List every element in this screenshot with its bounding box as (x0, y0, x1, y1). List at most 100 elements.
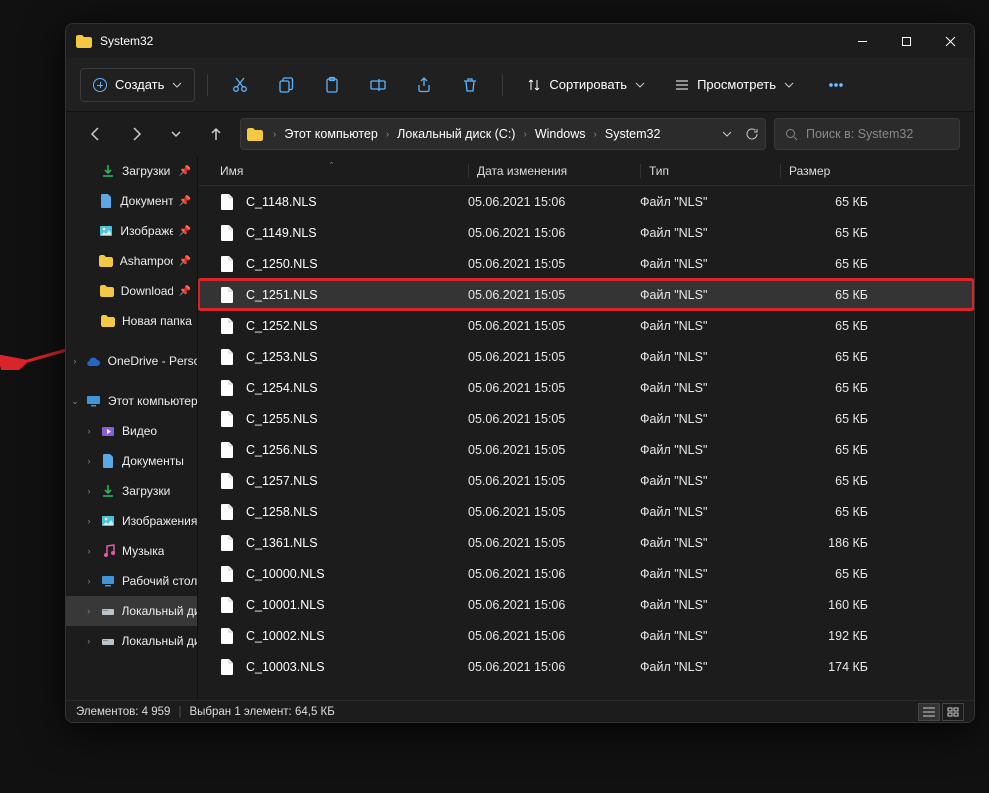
sidebar-item[interactable]: Ashampoo S📌 (66, 246, 197, 276)
file-row[interactable]: C_1251.NLS05.06.2021 15:05Файл "NLS"65 К… (198, 279, 974, 310)
sidebar-item-label: Загрузки (122, 164, 170, 178)
details-view-button[interactable] (918, 703, 940, 721)
chevron-right-icon: › (271, 129, 278, 140)
column-headers[interactable]: Имяˆ Дата изменения Тип Размер (198, 156, 974, 186)
copy-button[interactable] (266, 67, 306, 103)
delete-button[interactable] (450, 67, 490, 103)
sidebar-item-label: Рабочий стол (122, 574, 197, 588)
file-date: 05.06.2021 15:06 (468, 567, 640, 581)
file-type: Файл "NLS" (640, 226, 780, 240)
sidebar-item[interactable]: Изображен📌 (66, 216, 197, 246)
rename-button[interactable] (358, 67, 398, 103)
col-type[interactable]: Тип (640, 164, 780, 178)
col-name[interactable]: Имяˆ (220, 164, 468, 178)
sidebar-item-label: Ashampoo S (120, 254, 173, 268)
maximize-button[interactable] (884, 24, 928, 58)
file-date: 05.06.2021 15:06 (468, 629, 640, 643)
file-date: 05.06.2021 15:05 (468, 443, 640, 457)
refresh-button[interactable] (745, 127, 759, 141)
breadcrumb-segment[interactable]: Локальный диск (C:) (395, 127, 517, 141)
breadcrumb-segment[interactable]: System32 (603, 127, 663, 141)
paste-button[interactable] (312, 67, 352, 103)
col-size[interactable]: Размер (780, 164, 880, 178)
file-name: C_1361.NLS (246, 536, 468, 550)
sidebar-item[interactable]: Downloads📌 (66, 276, 197, 306)
sidebar-item[interactable]: Документы📌 (66, 186, 197, 216)
sidebar-item[interactable]: ›OneDrive - Perso (66, 346, 197, 376)
file-row[interactable]: C_10000.NLS05.06.2021 15:06Файл "NLS"65 … (198, 558, 974, 589)
file-row[interactable]: C_1257.NLS05.06.2021 15:05Файл "NLS"65 К… (198, 465, 974, 496)
share-button[interactable] (404, 67, 444, 103)
file-row[interactable]: C_1252.NLS05.06.2021 15:05Файл "NLS"65 К… (198, 310, 974, 341)
breadcrumb-segment[interactable]: Этот компьютер (282, 127, 379, 141)
sidebar-item[interactable]: ›Видео (66, 416, 197, 446)
col-date[interactable]: Дата изменения (468, 164, 640, 178)
separator (207, 74, 208, 96)
file-type: Файл "NLS" (640, 381, 780, 395)
recent-dropdown[interactable] (160, 118, 192, 150)
sidebar-item[interactable]: ⌄Этот компьютер (66, 386, 197, 416)
file-type: Файл "NLS" (640, 350, 780, 364)
doc-icon (98, 193, 114, 209)
sidebar-item[interactable]: ›Загрузки (66, 476, 197, 506)
sidebar-item[interactable]: ›Рабочий стол (66, 566, 197, 596)
file-type: Файл "NLS" (640, 536, 780, 550)
sidebar-item-label: Музыка (122, 544, 164, 558)
file-row[interactable]: C_10002.NLS05.06.2021 15:06Файл "NLS"192… (198, 620, 974, 651)
sidebar[interactable]: Загрузки📌Документы📌Изображен📌Ashampoo S📌… (66, 156, 198, 700)
sidebar-item[interactable]: Новая папка (66, 306, 197, 336)
file-row[interactable]: C_1253.NLS05.06.2021 15:05Файл "NLS"65 К… (198, 341, 974, 372)
file-row[interactable]: C_1255.NLS05.06.2021 15:05Файл "NLS"65 К… (198, 403, 974, 434)
view-button[interactable]: Просмотреть (663, 68, 806, 102)
sidebar-item-label: Видео (122, 424, 157, 438)
search-input[interactable]: Поиск в: System32 (774, 118, 960, 150)
file-row[interactable]: C_10001.NLS05.06.2021 15:06Файл "NLS"160… (198, 589, 974, 620)
disk-icon (100, 603, 116, 619)
file-row[interactable]: C_10003.NLS05.06.2021 15:06Файл "NLS"174… (198, 651, 974, 682)
forward-button[interactable] (120, 118, 152, 150)
more-button[interactable] (816, 67, 856, 103)
title-bar[interactable]: System32 (66, 24, 974, 58)
up-button[interactable] (200, 118, 232, 150)
sidebar-item[interactable]: ›Локальный ди (66, 596, 197, 626)
sidebar-item[interactable]: ›Документы (66, 446, 197, 476)
close-button[interactable] (928, 24, 972, 58)
minimize-button[interactable] (840, 24, 884, 58)
file-date: 05.06.2021 15:05 (468, 288, 640, 302)
download-icon (100, 163, 116, 179)
breadcrumb-segment[interactable]: Windows (533, 127, 588, 141)
sidebar-item-label: Загрузки (122, 484, 170, 498)
sidebar-item[interactable]: ›Изображения (66, 506, 197, 536)
file-icon (220, 442, 236, 458)
file-name: C_1148.NLS (246, 195, 468, 209)
sidebar-item[interactable]: ›Музыка (66, 536, 197, 566)
sidebar-item[interactable]: ›Локальный ди (66, 626, 197, 656)
file-row[interactable]: C_1258.NLS05.06.2021 15:05Файл "NLS"65 К… (198, 496, 974, 527)
music-icon (100, 543, 116, 559)
chevron-down-icon[interactable] (721, 128, 733, 140)
cut-button[interactable] (220, 67, 260, 103)
file-size: 192 КБ (780, 629, 868, 643)
file-row[interactable]: C_1148.NLS05.06.2021 15:06Файл "NLS"65 К… (198, 186, 974, 217)
file-row[interactable]: C_1361.NLS05.06.2021 15:05Файл "NLS"186 … (198, 527, 974, 558)
search-icon (785, 128, 798, 141)
icons-view-button[interactable] (942, 703, 964, 721)
file-row[interactable]: C_1250.NLS05.06.2021 15:05Файл "NLS"65 К… (198, 248, 974, 279)
file-size: 65 КБ (780, 505, 868, 519)
sidebar-item-label: Изображен (120, 224, 172, 238)
separator: | (178, 706, 181, 718)
file-row[interactable]: C_1149.NLS05.06.2021 15:06Файл "NLS"65 К… (198, 217, 974, 248)
file-icon (220, 194, 236, 210)
file-row[interactable]: C_1256.NLS05.06.2021 15:05Файл "NLS"65 К… (198, 434, 974, 465)
file-size: 65 КБ (780, 474, 868, 488)
file-size: 160 КБ (780, 598, 868, 612)
back-button[interactable] (80, 118, 112, 150)
file-size: 65 КБ (780, 567, 868, 581)
sort-button[interactable]: Сортировать (515, 68, 657, 102)
window-title: System32 (100, 34, 153, 48)
sidebar-item[interactable]: Загрузки📌 (66, 156, 197, 186)
new-button[interactable]: Создать (80, 68, 195, 102)
folder-y-icon (98, 253, 114, 269)
address-bar[interactable]: › Этот компьютер › Локальный диск (C:) ›… (240, 118, 766, 150)
file-row[interactable]: C_1254.NLS05.06.2021 15:05Файл "NLS"65 К… (198, 372, 974, 403)
